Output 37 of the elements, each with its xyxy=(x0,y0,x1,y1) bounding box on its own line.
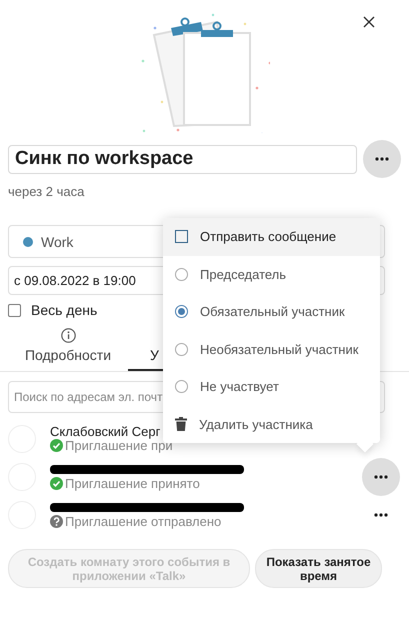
menu-item[interactable]: Председатель xyxy=(163,256,380,293)
radio-button[interactable] xyxy=(175,305,188,318)
more-icon xyxy=(374,474,388,478)
relative-time: через 2 часа xyxy=(8,184,86,199)
radio-button[interactable] xyxy=(175,380,188,394)
menu-item-label: Отправить сообщение xyxy=(200,229,336,244)
tab[interactable]: Подробности xyxy=(8,325,128,371)
checkbox-label: Весь день xyxy=(31,302,98,318)
action-button[interactable]: Показать занятое время xyxy=(255,549,382,588)
checkbox[interactable] xyxy=(175,230,188,244)
more-button[interactable] xyxy=(363,140,401,178)
trash-icon xyxy=(175,417,187,432)
more-button[interactable] xyxy=(362,458,400,496)
more-icon xyxy=(375,157,389,161)
attendee-status: Приглашение отправлено xyxy=(65,514,222,528)
menu-item[interactable]: Удалить участника xyxy=(163,406,380,443)
menu-item-label: Председатель xyxy=(200,266,286,282)
title-field[interactable]: Синк по workspace xyxy=(8,144,357,174)
menu-item-label: Необязательный участник xyxy=(200,342,358,357)
more-icon xyxy=(374,512,388,516)
menu-item-label: Обязательный участник xyxy=(200,304,345,320)
menu-item[interactable]: Отправить сообщение xyxy=(163,218,380,256)
menu-item-label: Удалить участника xyxy=(199,416,313,432)
check-circle-icon xyxy=(50,477,63,490)
attendee-status: Приглашение принято xyxy=(65,476,200,490)
radio-button[interactable] xyxy=(175,268,188,281)
question-circle-icon xyxy=(50,515,63,528)
menu-item[interactable]: Необязательный участник xyxy=(163,330,380,368)
menu-item[interactable]: Обязательный участник xyxy=(163,293,380,330)
radio-button[interactable] xyxy=(175,342,188,356)
check-circle-icon xyxy=(50,439,63,452)
calendar-label: Work xyxy=(41,234,74,250)
checkbox[interactable] xyxy=(8,304,21,316)
menu-item[interactable]: Не участвует xyxy=(163,368,380,406)
menu-item-label: Не участвует xyxy=(200,379,279,394)
info-icon xyxy=(60,328,76,343)
attendee-name: Склабовский Серг xyxy=(50,424,160,438)
